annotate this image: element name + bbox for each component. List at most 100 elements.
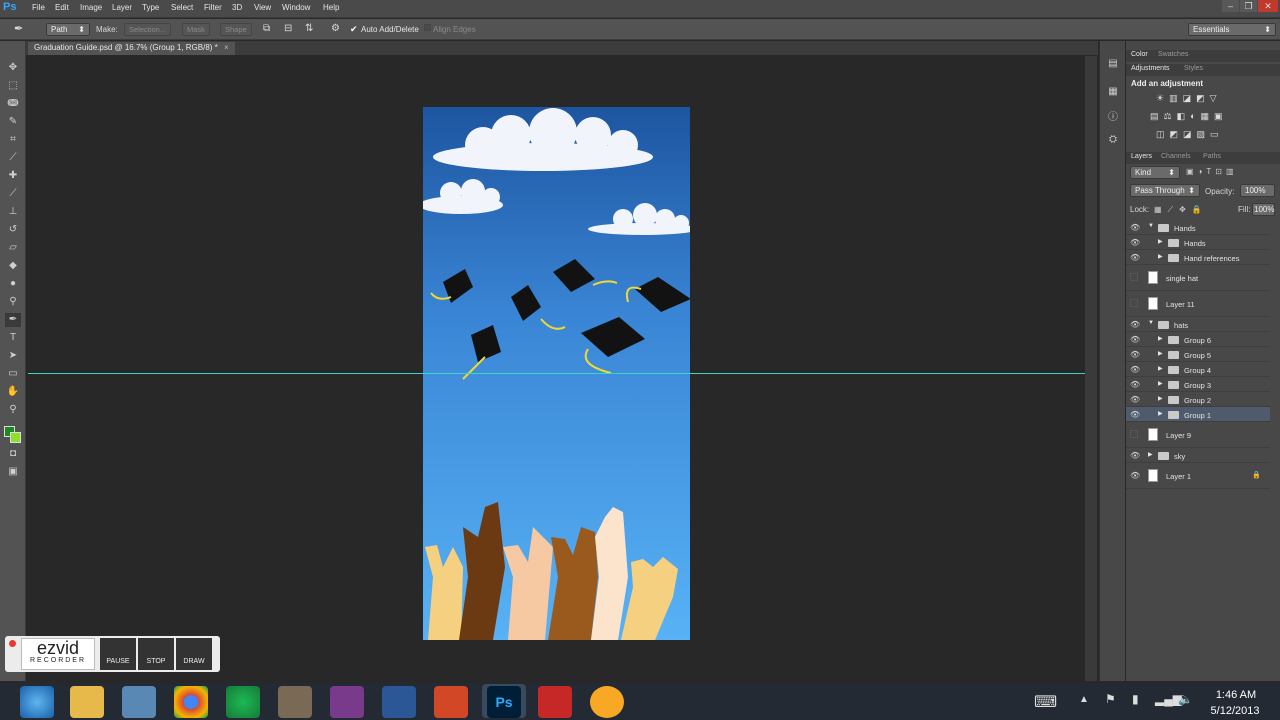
document-tab[interactable]: Graduation Guide.psd @ 16.7% (Group 1, R… [28, 42, 235, 55]
stop-button[interactable]: STOP [138, 638, 174, 670]
visibility-eye-icon[interactable]: 👁 [1130, 350, 1140, 359]
layer-row[interactable]: single hat [1126, 265, 1270, 291]
menu-window[interactable]: Window [282, 3, 310, 12]
menu-help[interactable]: Help [323, 3, 339, 12]
layer-group-row[interactable]: 👁 ▼ Hands [1126, 220, 1270, 235]
path-alignment-icon[interactable]: ⊟ [284, 23, 292, 34]
vertical-scrollbar[interactable] [1085, 56, 1097, 681]
tab-paths[interactable]: Paths [1203, 153, 1221, 160]
visibility-eye-icon[interactable]: 👁 [1130, 410, 1140, 419]
expand-closed-icon[interactable]: ▶ [1158, 253, 1163, 260]
visibility-eye-icon[interactable]: 👁 [1130, 253, 1140, 262]
layer-group-row[interactable]: 👁 ▶ Group 1 [1126, 407, 1270, 422]
tool-mode-select[interactable]: Path ⬍ [46, 23, 90, 36]
keyboard-icon[interactable]: ⌨ [1034, 692, 1057, 712]
gimp-taskbar-icon[interactable] [278, 686, 312, 718]
tab-channels[interactable]: Channels [1161, 153, 1191, 160]
expand-open-icon[interactable]: ▼ [1148, 223, 1154, 229]
background-color-swatch[interactable] [10, 432, 21, 443]
expand-closed-icon[interactable]: ▶ [1158, 395, 1163, 402]
visibility-eye-icon[interactable]: 👁 [1130, 451, 1140, 460]
visibility-eye-icon[interactable]: 👁 [1130, 471, 1140, 480]
pen-tool-icon[interactable]: ✒ [14, 22, 23, 35]
lock-icons[interactable]: ▦⟋✥🔒 [1154, 205, 1208, 215]
onenote-taskbar-icon[interactable] [330, 686, 364, 718]
visibility-eye-icon[interactable] [1130, 273, 1138, 281]
maximize-button[interactable]: ❐ [1240, 0, 1257, 12]
adjustment-icons-row3[interactable]: ◫◩◪▨▭ [1156, 129, 1256, 140]
move-tool-icon[interactable]: ✥ [5, 61, 21, 75]
visibility-eye-icon[interactable] [1130, 430, 1138, 438]
layer-group-row[interactable]: 👁 ▶ Hands [1126, 235, 1270, 250]
history-panel-icon[interactable]: ▤ [1105, 57, 1121, 71]
history-brush-icon[interactable]: ↺ [5, 223, 21, 237]
ezvid-taskbar-icon[interactable] [122, 686, 156, 718]
type-tool-icon[interactable]: T [5, 331, 21, 345]
menu-view[interactable]: View [254, 3, 271, 12]
selection-button[interactable]: Selection... [124, 23, 172, 36]
blur-tool-icon[interactable]: ● [5, 277, 21, 291]
tab-adjustments[interactable]: Adjustments [1131, 65, 1170, 72]
eraser-tool-icon[interactable]: ▱ [5, 241, 21, 255]
expand-closed-icon[interactable]: ▶ [1158, 238, 1163, 245]
close-button[interactable]: ✕ [1258, 0, 1278, 12]
expand-closed-icon[interactable]: ▶ [1158, 350, 1163, 357]
expand-closed-icon[interactable]: ▶ [1158, 410, 1163, 417]
visibility-eye-icon[interactable]: 👁 [1130, 395, 1140, 404]
visibility-eye-icon[interactable]: 👁 [1130, 238, 1140, 247]
menu-3d[interactable]: 3D [232, 3, 242, 12]
expand-closed-icon[interactable]: ▶ [1158, 380, 1163, 387]
horizontal-guide[interactable] [28, 373, 1085, 374]
stamp-tool-icon[interactable]: ⊥ [5, 205, 21, 219]
info-panel-icon[interactable]: ⓘ [1105, 111, 1121, 125]
layer-row[interactable]: 👁 Layer 1 🔒 [1126, 463, 1270, 489]
file-explorer-taskbar-icon[interactable] [70, 686, 104, 718]
zoom-tool-icon[interactable]: ⚲ [5, 403, 21, 417]
show-hidden-icons-icon[interactable]: ▲ [1079, 694, 1089, 705]
layer-group-row[interactable]: 👁 ▶ sky [1126, 448, 1270, 463]
menu-edit[interactable]: Edit [55, 3, 69, 12]
shape-button[interactable]: Shape [220, 23, 252, 36]
rectangle-tool-icon[interactable]: ▭ [5, 367, 21, 381]
dodge-tool-icon[interactable]: ⚲ [5, 295, 21, 309]
volume-icon[interactable]: 🔈 [1178, 692, 1193, 706]
draw-button[interactable]: DRAW [176, 638, 212, 670]
blend-mode-select[interactable]: Pass Through ⬍ [1130, 184, 1200, 197]
path-select-tool-icon[interactable]: ➤ [5, 349, 21, 363]
tab-swatches[interactable]: Swatches [1158, 51, 1188, 58]
quick-select-tool-icon[interactable]: ✎ [5, 115, 21, 129]
brush-tool-icon[interactable]: ⟋ [5, 187, 21, 201]
brushes-panel-icon[interactable]: ⛭ [1105, 133, 1121, 147]
menu-filter[interactable]: Filter [204, 3, 222, 12]
gear-icon[interactable]: ⚙ [331, 23, 340, 34]
visibility-eye-icon[interactable]: 👁 [1130, 335, 1140, 344]
properties-panel-icon[interactable]: ▦ [1105, 85, 1121, 99]
layer-group-row[interactable]: 👁 ▶ Hand references [1126, 250, 1270, 265]
visibility-eye-icon[interactable]: 👁 [1130, 320, 1140, 329]
word-taskbar-icon[interactable] [382, 686, 416, 718]
expand-closed-icon[interactable]: ▶ [1148, 451, 1153, 458]
screen-mode-icon[interactable]: ▣ [5, 465, 21, 479]
layer-group-row[interactable]: 👁 ▶ Group 3 [1126, 377, 1270, 392]
hand-tool-icon[interactable]: ✋ [5, 385, 21, 399]
layer-filter-icons[interactable]: ▣◑T⊡▥ [1186, 167, 1238, 176]
marquee-tool-icon[interactable]: ⬚ [5, 79, 21, 93]
path-operations-icon[interactable]: ⧉ [263, 23, 270, 34]
align-edges-checkbox[interactable] [424, 24, 431, 31]
snagit-taskbar-icon[interactable] [538, 686, 572, 718]
clock-date[interactable]: 5/12/2013 [1205, 705, 1265, 717]
layer-group-row[interactable]: 👁 ▼ hats [1126, 317, 1270, 332]
menu-layer[interactable]: Layer [112, 3, 132, 12]
lasso-tool-icon[interactable]: ↈ [5, 97, 21, 111]
visibility-eye-icon[interactable]: 👁 [1130, 365, 1140, 374]
minimize-button[interactable]: – [1222, 0, 1239, 12]
pause-button[interactable]: PAUSE [100, 638, 136, 670]
eyedropper-tool-icon[interactable]: ⟋ [5, 151, 21, 165]
tab-color[interactable]: Color [1131, 51, 1148, 58]
spotify-taskbar-icon[interactable] [226, 686, 260, 718]
path-arrangement-icon[interactable]: ⇅ [305, 23, 313, 34]
auto-add-checkbox[interactable]: ✔ [350, 24, 358, 35]
visibility-eye-icon[interactable]: 👁 [1130, 380, 1140, 389]
clock-time[interactable]: 1:46 AM [1210, 689, 1262, 701]
adjustment-icons-row2[interactable]: ▤⚖◧◐▦▣ [1150, 111, 1260, 122]
